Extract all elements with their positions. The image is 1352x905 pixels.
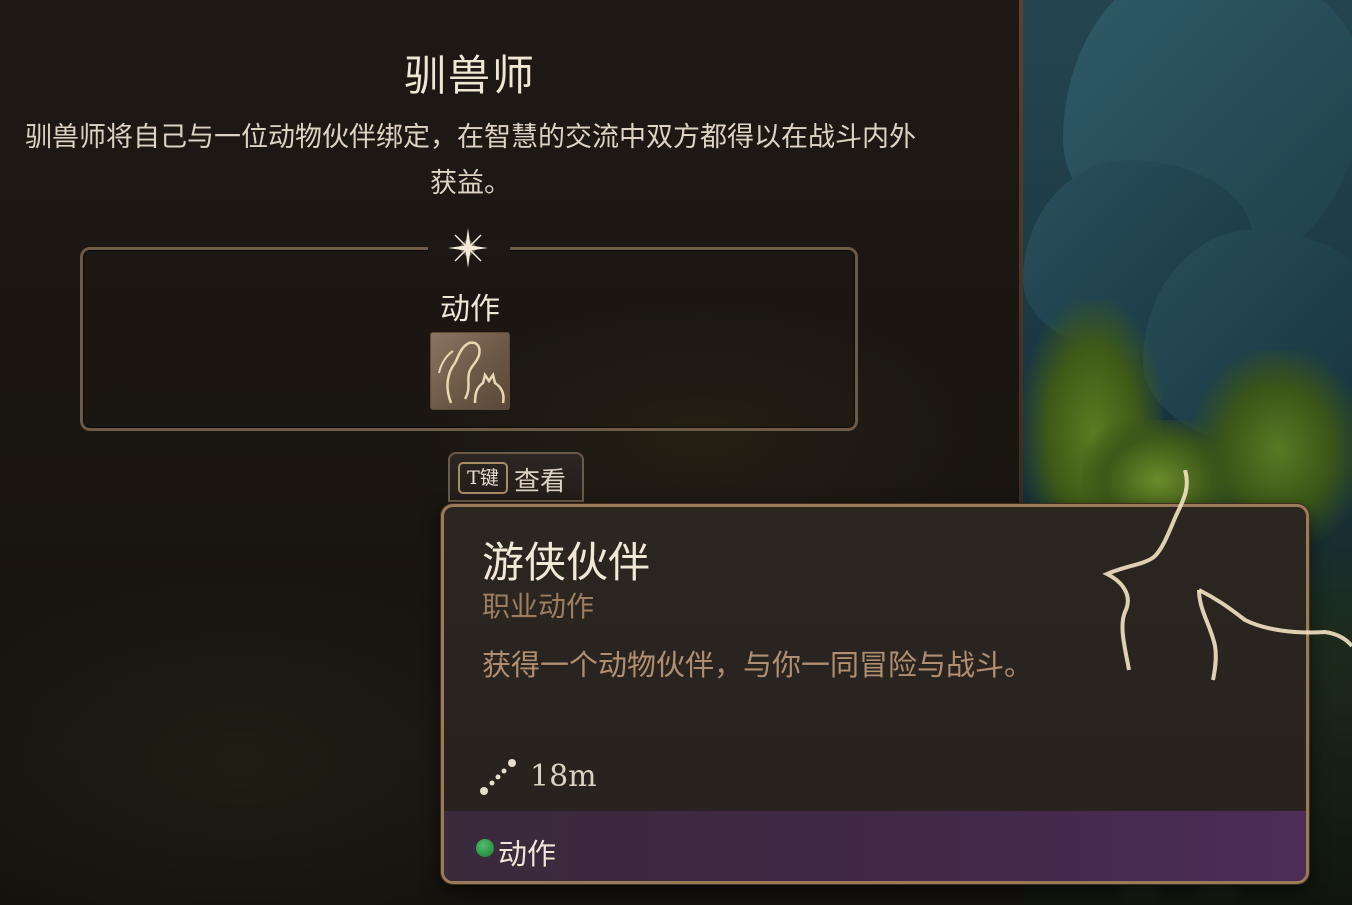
tooltip-subtitle: 职业动作	[482, 590, 595, 623]
inspect-label: 查看	[514, 467, 567, 497]
section-label: 动作	[440, 292, 500, 327]
tooltip-description: 获得一个动物伙伴，与你一同冒险与战斗。	[482, 648, 1034, 682]
panel-edge	[1019, 0, 1023, 505]
inspect-key-button[interactable]: T键 查看	[448, 452, 584, 502]
tooltip-range: 18m	[530, 759, 597, 794]
beast-companion-icon[interactable]	[430, 332, 510, 410]
class-title: 驯兽师	[403, 51, 536, 100]
range-icon	[480, 759, 516, 795]
class-description: 驯兽师将自己与一位动物伙伴绑定，在智慧的交流中双方都得以在战斗内外获益。	[25, 122, 916, 199]
tooltip-footer-label: 动作	[498, 837, 557, 871]
t-key-cap: T键	[458, 462, 508, 494]
action-resource-dot-icon	[476, 839, 494, 857]
tooltip-title: 游侠伙伴	[482, 538, 651, 587]
beast-companion-icon-art	[438, 341, 505, 404]
tooltip-footer	[444, 811, 1306, 881]
star-ornament-icon	[448, 228, 488, 268]
companion-glow-outline	[1102, 470, 1352, 681]
